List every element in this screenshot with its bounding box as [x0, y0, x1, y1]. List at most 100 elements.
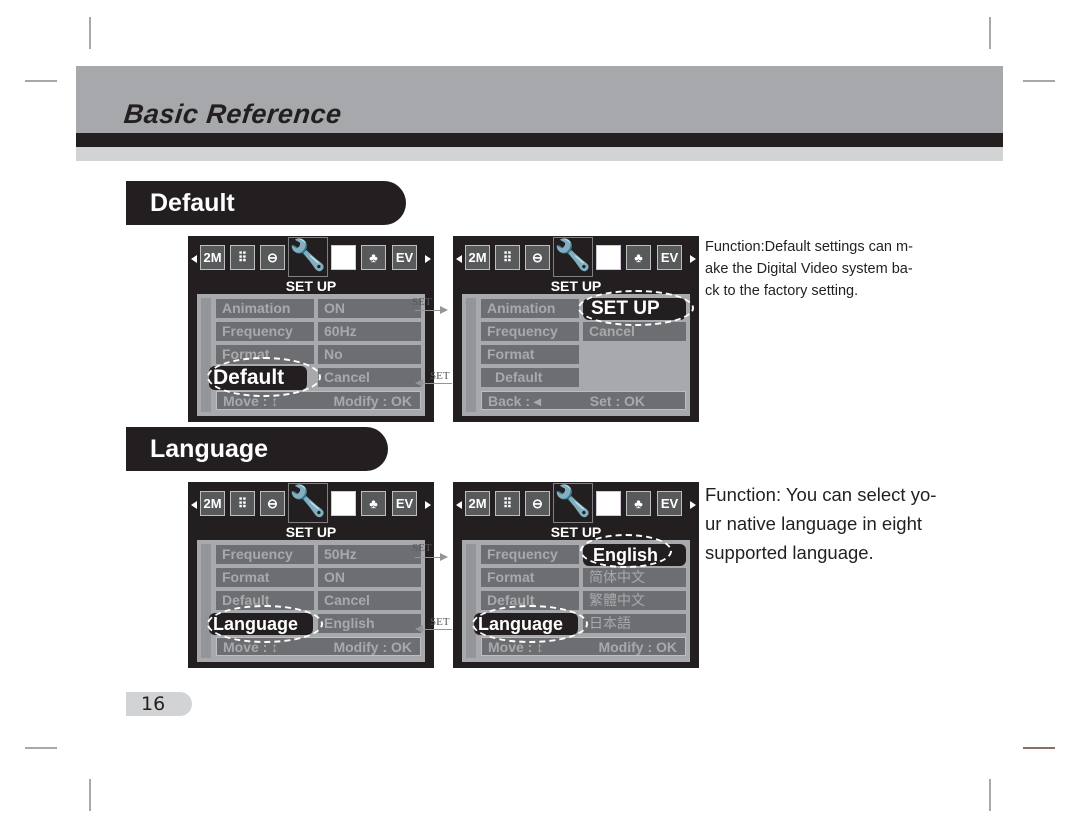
- screen-title: SET UP: [285, 524, 337, 540]
- scroll-track: [466, 544, 476, 658]
- connector-line: [422, 383, 452, 384]
- menu-label-default[interactable]: Default: [481, 368, 579, 387]
- ev-icon: EV: [392, 245, 417, 270]
- menu-label-format[interactable]: Format: [481, 345, 579, 364]
- left-arrow-icon: [191, 255, 197, 263]
- arrow-left-icon: [415, 379, 423, 387]
- crop-mark: [89, 17, 91, 49]
- menu-label-frequency[interactable]: Frequency: [216, 322, 314, 341]
- mode-icon-row: 2M ⠿ ⊖ 🔧 ♣ EV: [188, 237, 434, 277]
- resolution-2m-icon: 2M: [465, 245, 490, 270]
- connector-label-set: SET: [412, 542, 432, 554]
- confirm-option-cancel[interactable]: Cancel: [583, 322, 686, 341]
- scroll-track: [466, 298, 476, 412]
- menu-value-default: Cancel: [318, 368, 421, 387]
- menu-label-format[interactable]: Format: [481, 568, 579, 587]
- lcd-screen-language-right: 2M ⠿ ⊖ 🔧 ♣ EV SET UP Frequency English F…: [453, 482, 699, 668]
- menu-value-animation: ON: [318, 299, 421, 318]
- connector-label-set: SET: [430, 370, 450, 382]
- white-balance-icon: [331, 245, 356, 270]
- lcd-screen-default-right: 2M ⠿ ⊖ 🔧 ♣ EV SET UP Animation SET UP Fr…: [453, 236, 699, 422]
- light-icon: ♣: [626, 245, 651, 270]
- resolution-2m-icon: 2M: [200, 491, 225, 516]
- footer-hint-bar: Move : ↕ Modify : OK: [216, 637, 421, 656]
- menu-label-format[interactable]: Format: [216, 568, 314, 587]
- menu-label-default[interactable]: Default: [216, 591, 314, 610]
- ev-icon: EV: [657, 245, 682, 270]
- left-arrow-icon: [456, 501, 462, 509]
- lcd-screen-language-left: 2M ⠿ ⊖ 🔧 ♣ EV SET UP Frequency 50Hz Form…: [188, 482, 434, 668]
- scene-icon: ⊖: [260, 245, 285, 270]
- ev-icon: EV: [392, 491, 417, 516]
- header-rule-dark: [76, 133, 1003, 147]
- left-arrow-icon: [456, 255, 462, 263]
- connector-line: [415, 557, 442, 558]
- menu-label-language-selected[interactable]: Language: [474, 613, 578, 635]
- footer-hint-right: Modify : OK: [333, 639, 412, 655]
- menu-label-default[interactable]: Default: [481, 591, 579, 610]
- description-line: Function:Default settings can m-: [705, 239, 913, 255]
- wrench-icon: 🔧: [553, 237, 593, 277]
- menu-value-frequency: 50Hz: [318, 545, 421, 564]
- description-line: ck to the factory setting.: [705, 283, 859, 299]
- description-line: supported language.: [705, 542, 874, 563]
- footer-hint-right: Modify : OK: [598, 639, 677, 655]
- language-option-simplified-chinese[interactable]: 简体中文: [583, 568, 686, 587]
- wrench-icon: 🔧: [553, 483, 593, 523]
- screen-title: SET UP: [550, 524, 602, 540]
- menu-label-frequency[interactable]: Frequency: [216, 545, 314, 564]
- menu-label-frequency[interactable]: Frequency: [481, 322, 579, 341]
- menu-label-language-selected[interactable]: Language: [209, 613, 313, 635]
- arrow-right-icon: [440, 306, 448, 314]
- lcd-screen-default-left: 2M ⠿ ⊖ 🔧 ♣ EV SET UP Animation ON Freque…: [188, 236, 434, 422]
- connector-label-set: SET: [430, 616, 450, 628]
- arrow-left-icon: [415, 625, 423, 633]
- connector-line: [415, 310, 442, 311]
- menu-value-format: ON: [318, 568, 421, 587]
- menu-value-frequency: 60Hz: [318, 322, 421, 341]
- section-heading-default: Default: [126, 181, 406, 225]
- screen-title: SET UP: [550, 278, 602, 294]
- resolution-2m-icon: 2M: [200, 245, 225, 270]
- wrench-icon: 🔧: [288, 483, 328, 523]
- menu-value-language: English: [318, 614, 421, 633]
- description-line: Function: You can select yo-: [705, 484, 937, 505]
- description-line: ur native language in eight: [705, 513, 923, 534]
- connector-label-set: SET: [412, 296, 432, 308]
- language-option-traditional-chinese[interactable]: 繁體中文: [583, 591, 686, 610]
- footer-hint-left: Move : ↕: [223, 639, 279, 655]
- arrow-right-icon: [440, 553, 448, 561]
- page-number: 16: [126, 692, 192, 716]
- right-arrow-icon: [690, 255, 696, 263]
- menu-value-default: Cancel: [318, 591, 421, 610]
- mode-icon-row: 2M ⠿ ⊖ 🔧 ♣ EV: [453, 483, 699, 523]
- crop-mark: [989, 17, 991, 49]
- language-option-english-selected[interactable]: English: [583, 544, 686, 566]
- language-option-japanese[interactable]: 日本語: [583, 614, 686, 633]
- confirm-option-setup-selected[interactable]: SET UP: [583, 298, 686, 320]
- resolution-2m-icon: 2M: [465, 491, 490, 516]
- menu-label-frequency[interactable]: Frequency: [481, 545, 579, 564]
- light-icon: ♣: [626, 491, 651, 516]
- crop-mark: [1023, 80, 1055, 82]
- menu-panel: Frequency 50Hz Format ON Default Cancel …: [197, 540, 425, 662]
- right-arrow-icon: [425, 255, 431, 263]
- crop-mark: [89, 779, 91, 811]
- connector-line: [422, 629, 452, 630]
- menu-label-animation[interactable]: Animation: [481, 299, 579, 318]
- menu-label-animation[interactable]: Animation: [216, 299, 314, 318]
- mode-icon-row: 2M ⠿ ⊖ 🔧 ♣ EV: [453, 237, 699, 277]
- footer-hint-left: Back : ◂: [488, 393, 541, 409]
- default-function-description: Function:Default settings can m- ake the…: [705, 236, 973, 302]
- grid-icon: ⠿: [230, 491, 255, 516]
- language-function-description: Function: You can select yo- ur native l…: [705, 480, 975, 567]
- footer-hint-right: Modify : OK: [333, 393, 412, 409]
- scene-icon: ⊖: [260, 491, 285, 516]
- menu-label-format[interactable]: Format: [216, 345, 314, 364]
- page-header-title: Basic Reference: [122, 99, 344, 129]
- menu-label-default-selected[interactable]: Default: [209, 366, 307, 390]
- scroll-track: [201, 298, 211, 412]
- crop-mark: [25, 747, 57, 749]
- scene-icon: ⊖: [525, 245, 550, 270]
- screen-title: SET UP: [285, 278, 337, 294]
